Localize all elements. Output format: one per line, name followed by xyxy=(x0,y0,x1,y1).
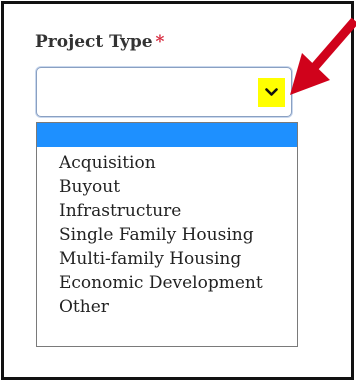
required-asterisk: * xyxy=(155,32,165,52)
project-type-select[interactable] xyxy=(36,67,292,117)
option-buyout[interactable]: Buyout xyxy=(37,175,297,199)
option-infrastructure[interactable]: Infrastructure xyxy=(37,199,297,223)
option-acquisition[interactable]: Acquisition xyxy=(37,151,297,175)
option-multi-family-housing[interactable]: Multi-family Housing xyxy=(37,247,297,271)
project-type-options-list[interactable]: Acquisition Buyout Infrastructure Single… xyxy=(36,122,298,347)
option-economic-development[interactable]: Economic Development xyxy=(37,271,297,295)
project-type-label-text: Project Type xyxy=(35,32,153,52)
dropdown-toggle[interactable] xyxy=(258,78,285,107)
project-type-label: Project Type * xyxy=(35,32,164,52)
option-other[interactable]: Other xyxy=(37,295,297,319)
option-blank[interactable] xyxy=(37,123,297,147)
option-single-family-housing[interactable]: Single Family Housing xyxy=(37,223,297,247)
chevron-down-icon xyxy=(265,88,278,96)
